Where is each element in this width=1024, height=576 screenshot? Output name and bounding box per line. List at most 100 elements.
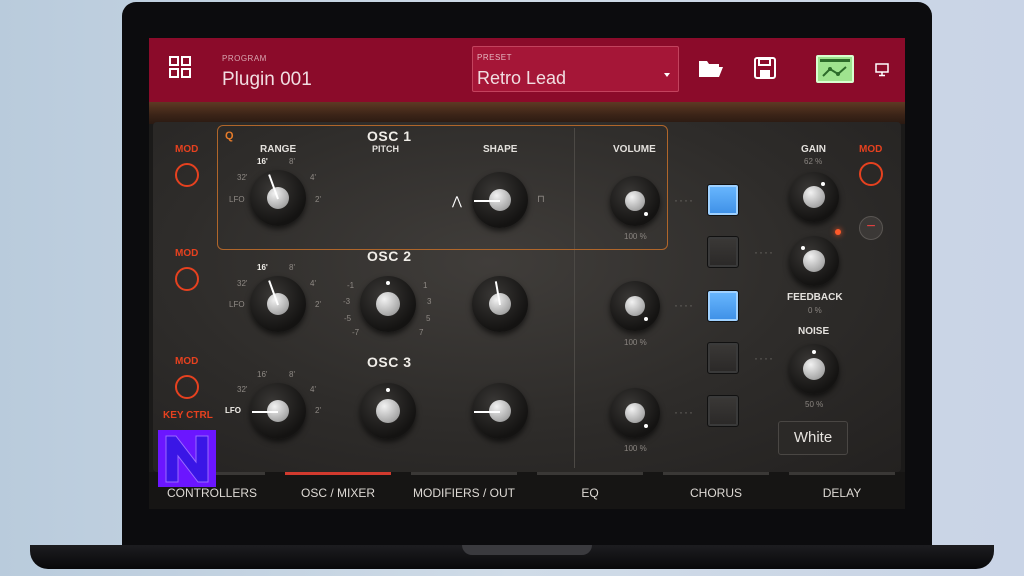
range3-tick-2: 2' bbox=[315, 406, 321, 415]
mod-label-2: MOD bbox=[175, 248, 199, 259]
osc1-volume-knob[interactable] bbox=[610, 176, 660, 226]
signal-dots: ···· bbox=[674, 193, 694, 207]
plugin-screen: PROGRAM Plugin 001 PRESET Retro Lead Q M… bbox=[149, 38, 905, 509]
osc3-switch-off[interactable] bbox=[707, 395, 739, 427]
grid-menu-icon[interactable] bbox=[169, 56, 191, 78]
range-tick-4: 4' bbox=[310, 173, 316, 182]
range-tick-lfo: LFO bbox=[229, 195, 245, 204]
tab-osc-mixer[interactable]: OSC / MIXER bbox=[275, 472, 401, 509]
tab-chorus[interactable]: CHORUS bbox=[653, 472, 779, 509]
mod-label-3: MOD bbox=[175, 356, 199, 367]
osc3-title: OSC 3 bbox=[367, 354, 412, 370]
pitch-tick-neg1: -1 bbox=[347, 281, 355, 290]
osc2-volume-value: 100 % bbox=[624, 338, 647, 347]
triangle-wave-icon: ⋀ bbox=[452, 194, 462, 208]
folder-open-icon[interactable] bbox=[698, 57, 724, 84]
save-icon[interactable] bbox=[754, 57, 776, 84]
osc1-switch-on[interactable] bbox=[707, 184, 739, 216]
pitch-tick-3: 3 bbox=[427, 297, 432, 306]
tab-delay-label: DELAY bbox=[822, 486, 862, 500]
signal-dots-5: ···· bbox=[674, 405, 694, 419]
tab-eq[interactable]: EQ bbox=[527, 472, 653, 509]
osc2-title: OSC 2 bbox=[367, 248, 412, 264]
mod-button-1[interactable] bbox=[175, 163, 199, 187]
signal-dots-2: ···· bbox=[754, 245, 774, 259]
pitch-tick-neg5: -5 bbox=[344, 314, 352, 323]
wood-trim bbox=[149, 102, 905, 124]
remove-button[interactable]: − bbox=[859, 216, 883, 240]
range3-tick-32: 32' bbox=[237, 385, 248, 394]
volume-label: VOLUME bbox=[613, 144, 656, 155]
mod-label-1: MOD bbox=[175, 144, 199, 155]
noise-color-select[interactable]: White bbox=[778, 421, 848, 455]
preset-label: PRESET bbox=[477, 53, 513, 62]
osc1-title: OSC 1 bbox=[367, 128, 412, 144]
feedback-value: 0 % bbox=[808, 306, 822, 315]
tab-delay[interactable]: DELAY bbox=[779, 472, 905, 509]
osc3-volume-knob[interactable] bbox=[610, 388, 660, 438]
led-indicator bbox=[835, 229, 841, 235]
preset-select[interactable]: PRESET Retro Lead bbox=[472, 46, 679, 92]
tab-modifiers-out[interactable]: MODIFIERS / OUT bbox=[401, 472, 527, 509]
range-tick-2: 2' bbox=[315, 195, 321, 204]
gain-label: GAIN bbox=[801, 144, 826, 155]
range-tick-32: 32' bbox=[237, 173, 248, 182]
osc2-pitch-knob[interactable] bbox=[360, 276, 416, 332]
osc2-range-knob[interactable] bbox=[250, 276, 306, 332]
range2-tick-8: 8' bbox=[289, 263, 295, 272]
mod-label-right: MOD bbox=[859, 144, 883, 155]
osc2-switch-off[interactable] bbox=[707, 342, 739, 374]
pitch-label: PITCH bbox=[372, 144, 399, 154]
pitch-tick-5: 5 bbox=[426, 314, 431, 323]
shape-label: SHAPE bbox=[483, 144, 518, 155]
pitch-tick-1: 1 bbox=[423, 281, 428, 290]
osc3-volume-value: 100 % bbox=[624, 444, 647, 453]
osc3-shape-knob[interactable] bbox=[472, 383, 528, 439]
key-ctrl-label: KEY CTRL bbox=[163, 410, 213, 421]
osc2-shape-knob[interactable] bbox=[472, 276, 528, 332]
feedback-label: FEEDBACK bbox=[787, 292, 843, 303]
q-label: Q bbox=[225, 130, 234, 142]
osc1-switch-off[interactable] bbox=[707, 236, 739, 268]
program-name[interactable]: Plugin 001 bbox=[222, 69, 312, 91]
range-label: RANGE bbox=[260, 144, 297, 155]
mod-button-3[interactable] bbox=[175, 375, 199, 399]
osc1-range-knob[interactable] bbox=[250, 170, 306, 226]
gain-value: 62 % bbox=[804, 157, 823, 166]
range3-tick-8: 8' bbox=[289, 370, 295, 379]
n-logo bbox=[158, 430, 216, 487]
pitch-tick-7: 7 bbox=[419, 328, 424, 337]
feedback-knob[interactable] bbox=[789, 236, 839, 286]
range2-tick-lfo: LFO bbox=[229, 300, 245, 309]
osc2-volume-knob[interactable] bbox=[610, 281, 660, 331]
tab-bar: CONTROLLERS OSC / MIXER MODIFIERS / OUT … bbox=[149, 472, 905, 509]
preset-name: Retro Lead bbox=[477, 68, 567, 88]
range2-tick-4: 4' bbox=[310, 279, 316, 288]
tab-eq-label: EQ bbox=[581, 486, 599, 500]
osc1-volume-value: 100 % bbox=[624, 232, 647, 241]
top-bar: PROGRAM Plugin 001 PRESET Retro Lead bbox=[149, 38, 905, 102]
monitor-icon[interactable] bbox=[875, 63, 889, 82]
osc2-switch-on[interactable] bbox=[707, 290, 739, 322]
noise-label: NOISE bbox=[798, 326, 830, 337]
tab-osc-mixer-label: OSC / MIXER bbox=[300, 486, 375, 500]
range2-tick-16: 16' bbox=[257, 263, 268, 272]
mod-button-2[interactable] bbox=[175, 267, 199, 291]
pulse-wave-icon: ⊓ bbox=[537, 194, 545, 205]
noise-knob[interactable] bbox=[789, 344, 839, 394]
tab-modifiers-out-label: MODIFIERS / OUT bbox=[413, 486, 515, 500]
gain-knob[interactable] bbox=[789, 172, 839, 222]
osc3-range-knob[interactable] bbox=[250, 383, 306, 439]
editor-view-icon[interactable] bbox=[816, 55, 854, 83]
tab-controllers-label: CONTROLLERS bbox=[166, 486, 258, 500]
osc1-shape-knob[interactable] bbox=[472, 172, 528, 228]
range-tick-16: 16' bbox=[257, 157, 268, 166]
range2-tick-2: 2' bbox=[315, 300, 321, 309]
signal-dots-4: ···· bbox=[754, 351, 774, 365]
mod-button-right[interactable] bbox=[859, 162, 883, 186]
chevron-down-icon bbox=[664, 73, 670, 77]
osc3-pitch-knob[interactable] bbox=[360, 383, 416, 439]
tab-chorus-label: CHORUS bbox=[689, 486, 742, 500]
program-label: PROGRAM bbox=[222, 54, 267, 63]
range3-tick-lfo: LFO bbox=[225, 406, 241, 415]
